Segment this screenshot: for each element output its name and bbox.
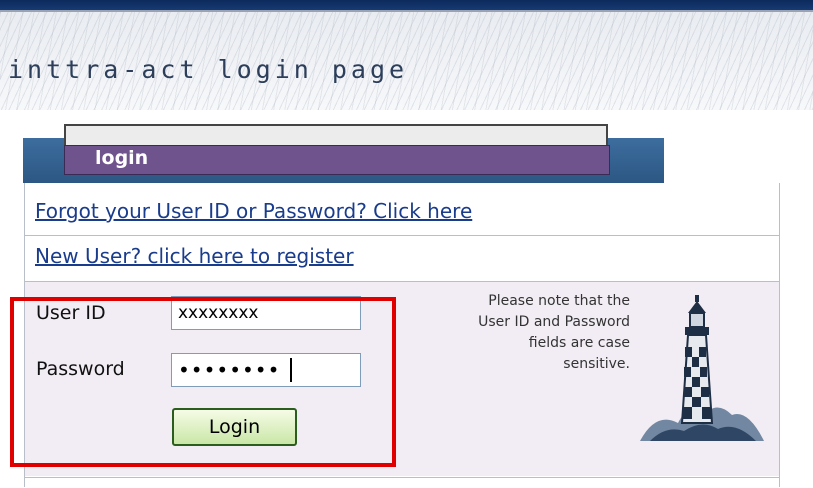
- text-caret: [290, 358, 292, 382]
- panel-bottom-divider: [25, 477, 779, 488]
- register-link[interactable]: New User? click here to register: [35, 244, 354, 268]
- top-bar: [0, 0, 813, 10]
- forgot-credentials-link[interactable]: Forgot your User ID or Password? Click h…: [35, 199, 472, 223]
- password-input[interactable]: [171, 353, 361, 387]
- note-line: fields are case: [528, 335, 630, 351]
- login-button[interactable]: Login: [172, 408, 297, 446]
- divider: [25, 235, 779, 236]
- login-tab-label: login: [95, 147, 149, 169]
- password-label: Password: [36, 358, 125, 380]
- user-id-input[interactable]: [171, 296, 361, 330]
- case-sensitivity-note: Please note that the User ID and Passwor…: [380, 291, 630, 375]
- user-id-label: User ID: [36, 302, 106, 324]
- note-line: User ID and Password: [478, 314, 630, 330]
- lighthouse-icon: [640, 295, 764, 441]
- page-title: inttra-act login page: [8, 55, 409, 84]
- note-line: Please note that the: [488, 293, 630, 309]
- note-line: sensitive.: [563, 356, 630, 372]
